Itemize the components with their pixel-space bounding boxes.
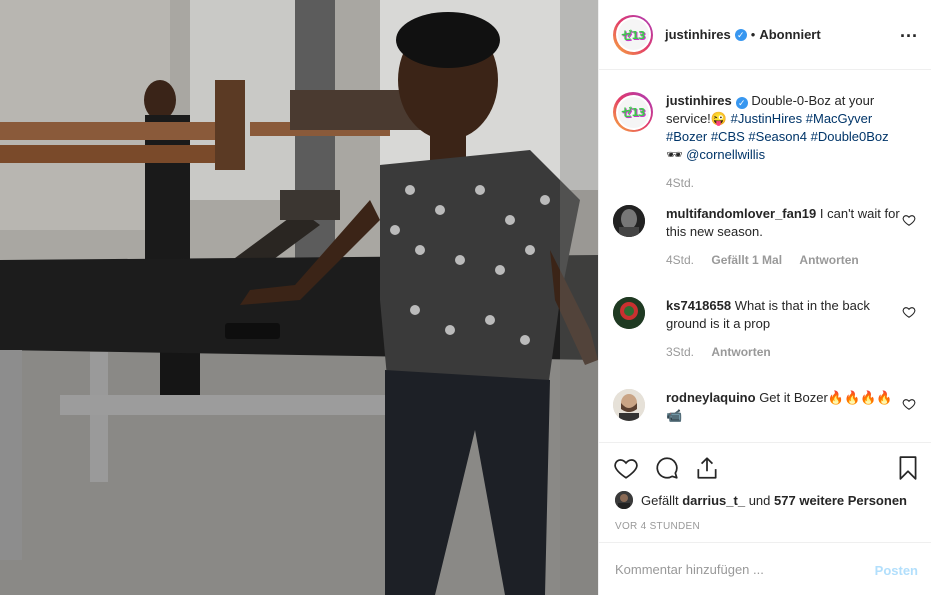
post-timestamp[interactable]: VOR 4 STUNDEN xyxy=(615,521,700,532)
hashtag-link[interactable]: #MacGyver xyxy=(806,111,872,126)
hashtag-link[interactable]: #CBS xyxy=(711,129,745,144)
likes-count-link[interactable]: 577 weitere Personen xyxy=(774,493,907,508)
photo-scene xyxy=(0,0,598,595)
post-side-panel: ゼ13 justinhires ✓ • Abonniert ... ゼ13 ju… xyxy=(598,0,931,595)
commenter-avatar[interactable] xyxy=(613,389,645,421)
comment-username[interactable]: ks7418658 xyxy=(666,298,731,313)
hashtag-link[interactable]: #Bozer xyxy=(666,129,707,144)
commenter-avatar[interactable] xyxy=(613,297,645,329)
comment-input[interactable] xyxy=(615,557,855,581)
save-bookmark-icon[interactable] xyxy=(895,455,921,481)
caption-time[interactable]: 4Std. xyxy=(666,176,694,190)
like-comment-heart-icon[interactable] xyxy=(902,305,916,319)
comment-likes[interactable]: Gefällt 1 Mal xyxy=(711,253,782,267)
share-icon[interactable] xyxy=(694,455,720,481)
liker-username[interactable]: darrius_t_ xyxy=(682,493,745,508)
verified-badge-icon: ✓ xyxy=(735,97,748,109)
separator-dot: • xyxy=(750,27,756,42)
mention-link[interactable]: @cornellwillis xyxy=(686,147,765,162)
comments-list[interactable]: ゼ13 justinhires ✓ Double-0-Boz at your se… xyxy=(599,70,931,442)
author-username[interactable]: justinhires xyxy=(665,27,731,42)
caption-glyph: 🕶 xyxy=(666,147,683,162)
comment-username[interactable]: multifandomlover_fan19 xyxy=(666,206,816,221)
like-comment-heart-icon[interactable] xyxy=(902,397,916,411)
comment-time[interactable]: 3Std. xyxy=(666,345,694,359)
post-actions: Gefällt darrius_t_ und 577 weitere Perso… xyxy=(599,442,931,542)
likes-summary: Gefällt darrius_t_ und 577 weitere Perso… xyxy=(615,491,907,509)
comment-bubble-icon[interactable] xyxy=(654,455,680,481)
reply-button[interactable]: Antworten xyxy=(799,253,858,267)
hashtag-link[interactable]: #Double0Boz xyxy=(811,129,889,144)
like-heart-icon[interactable] xyxy=(613,455,639,481)
comment-body: multifandomlover_fan19 I can't wait for … xyxy=(666,205,906,269)
caption-avatar[interactable]: ゼ13 xyxy=(613,92,653,132)
hashtag-link[interactable]: #JustinHires xyxy=(731,111,803,126)
comment-meta: 3Std. Antworten xyxy=(666,343,906,361)
comment-username[interactable]: rodneylaquino xyxy=(666,390,756,405)
comment-body: ks7418658 What is that in the back groun… xyxy=(666,297,906,361)
more-options-icon[interactable]: ... xyxy=(900,22,918,40)
likes-middle: und xyxy=(748,492,771,508)
comment-body: rodneylaquino Get it Bozer🔥🔥🔥🔥 📹 xyxy=(666,389,906,425)
likes-prefix: Gefällt xyxy=(641,492,679,508)
camera-emoji: 📹 xyxy=(666,408,683,423)
like-comment-heart-icon[interactable] xyxy=(902,213,916,227)
post-photo[interactable] xyxy=(0,0,598,595)
comment-meta: 4Std. Gefällt 1 Mal Antworten xyxy=(666,251,906,269)
author-avatar[interactable]: ゼ13 xyxy=(613,14,653,55)
caption-meta: 4Std. xyxy=(666,174,906,192)
post-header: ゼ13 justinhires ✓ • Abonniert ... xyxy=(599,0,931,70)
caption-username[interactable]: justinhires xyxy=(666,93,732,108)
comment-text: Get it Bozer🔥🔥🔥🔥 xyxy=(759,390,893,405)
commenter-avatar[interactable] xyxy=(613,205,645,237)
hashtag-link[interactable]: #Season4 xyxy=(748,129,807,144)
comment-time[interactable]: 4Std. xyxy=(666,253,694,267)
follow-status-button[interactable]: Abonniert xyxy=(759,27,820,42)
verified-badge-icon: ✓ xyxy=(734,28,747,41)
post-comment-button[interactable]: Posten xyxy=(875,563,918,578)
reply-button[interactable]: Antworten xyxy=(711,345,770,359)
liker-avatar[interactable] xyxy=(615,491,633,509)
caption-body: justinhires ✓ Double-0-Boz at your servic… xyxy=(666,92,906,192)
add-comment-bar: Posten xyxy=(599,542,931,595)
